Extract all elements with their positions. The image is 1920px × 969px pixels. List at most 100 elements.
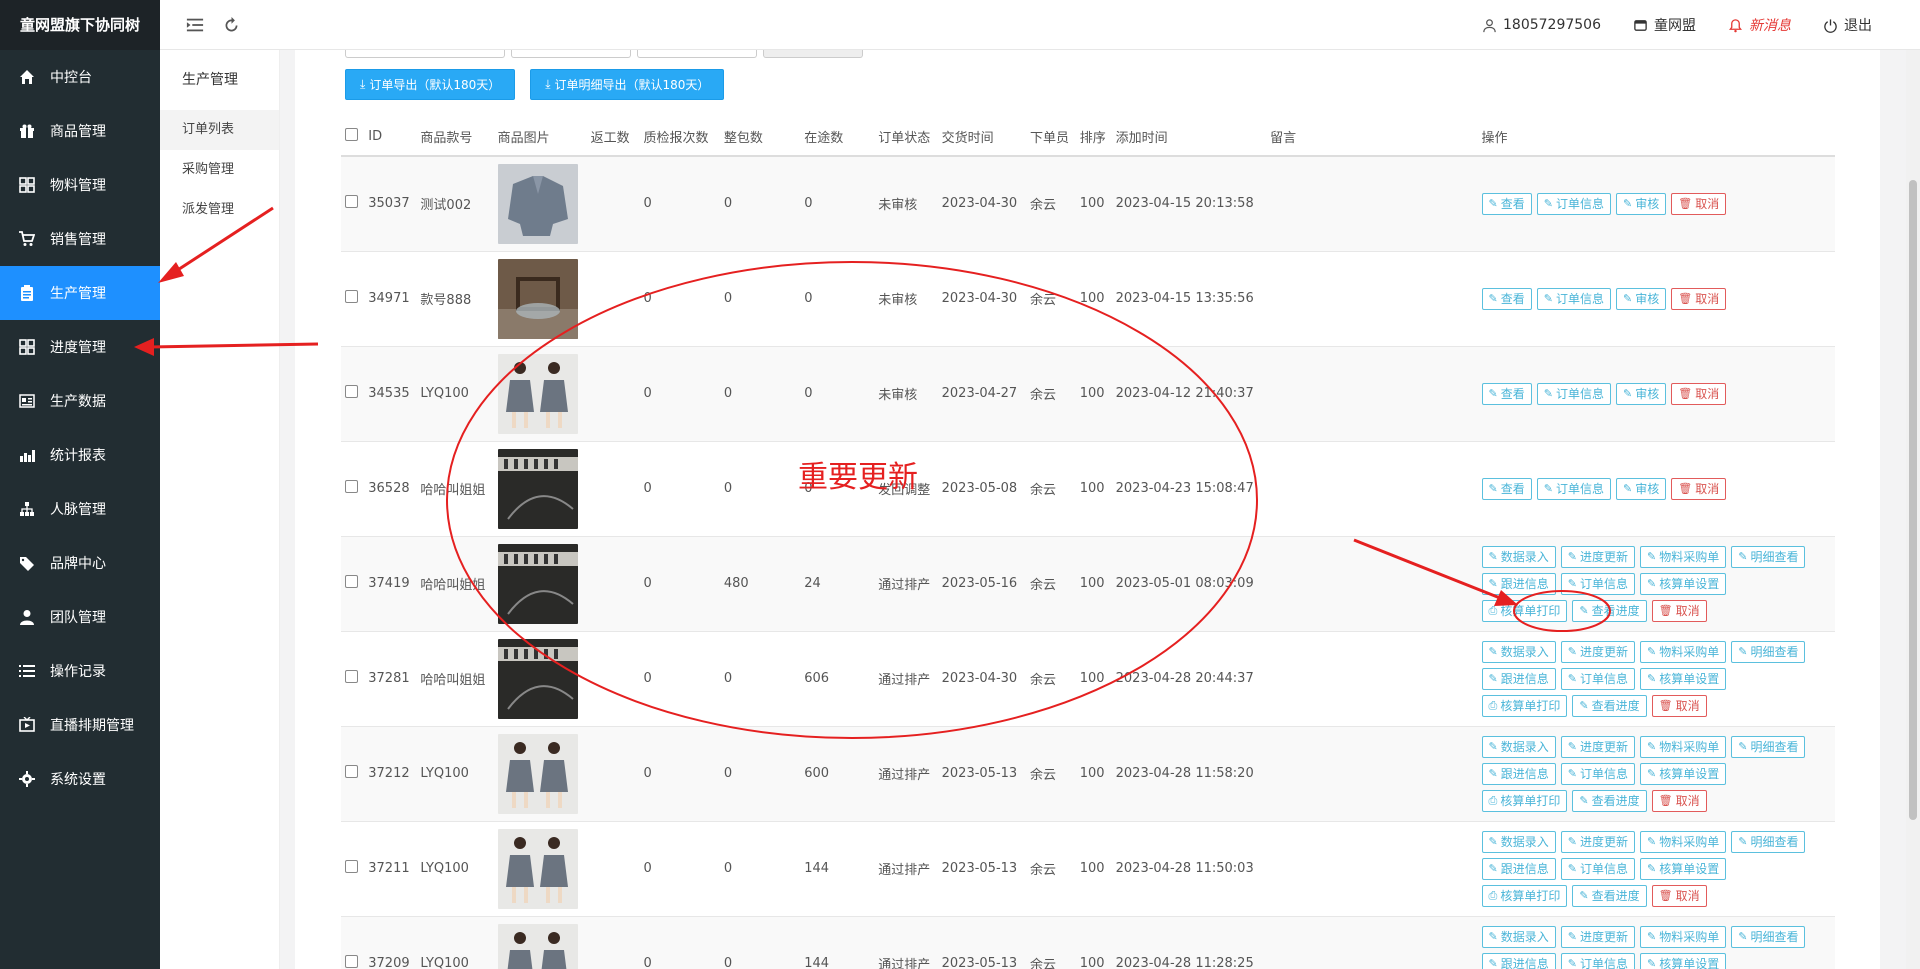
action-button[interactable]: ✎ 明细查看 bbox=[1731, 830, 1806, 853]
action-button[interactable]: ✎ 查看进度 bbox=[1572, 599, 1647, 622]
action-button[interactable]: ✎ 物料采购单 bbox=[1640, 545, 1727, 568]
action-button[interactable]: ✎ 进度更新 bbox=[1560, 545, 1635, 568]
sidebar-item-9[interactable]: 品牌中心 bbox=[0, 536, 160, 590]
action-button[interactable]: ✎ 进度更新 bbox=[1560, 735, 1635, 758]
action-button[interactable]: 🗑 取消 bbox=[1651, 694, 1707, 717]
action-button[interactable]: ✎ 明细查看 bbox=[1731, 545, 1806, 568]
sidebar-item-7[interactable]: 统计报表 bbox=[0, 428, 160, 482]
product-image[interactable] bbox=[497, 353, 578, 434]
scrollbar-thumb[interactable] bbox=[1909, 180, 1917, 820]
action-button[interactable]: ✎ 数据录入 bbox=[1481, 735, 1556, 758]
action-button[interactable]: ✎ 跟进信息 bbox=[1481, 667, 1556, 690]
action-button[interactable]: ✎ 数据录入 bbox=[1481, 925, 1556, 948]
action-button[interactable]: ✎ 跟进信息 bbox=[1481, 857, 1556, 880]
cell-sku[interactable]: LYQ100 bbox=[416, 726, 494, 822]
cell-sku[interactable]: 款号888 bbox=[416, 251, 494, 347]
action-button[interactable]: ✎ 审核 bbox=[1616, 382, 1667, 405]
action-button[interactable]: ✎ 数据录入 bbox=[1481, 545, 1556, 568]
new-message-link[interactable]: 新消息 bbox=[1728, 15, 1791, 35]
row-checkbox[interactable] bbox=[345, 575, 358, 588]
action-button[interactable]: ✎ 明细查看 bbox=[1731, 735, 1806, 758]
row-checkbox[interactable] bbox=[345, 480, 358, 493]
action-button[interactable]: ✎ 跟进信息 bbox=[1481, 572, 1556, 595]
filter-button[interactable] bbox=[763, 50, 863, 58]
action-button[interactable]: ✎ 查看进度 bbox=[1572, 884, 1647, 907]
action-button[interactable]: ✎ 跟进信息 bbox=[1481, 762, 1556, 785]
cell-sku[interactable]: 哈哈叫姐姐 bbox=[416, 536, 494, 632]
action-button[interactable]: ⎙ 核算单打印 bbox=[1481, 694, 1568, 717]
sidebar-item-4[interactable]: 生产管理 bbox=[0, 266, 160, 320]
action-button[interactable]: ✎ 核算单设置 bbox=[1640, 667, 1727, 690]
sidebar-item-5[interactable]: 进度管理 bbox=[0, 320, 160, 374]
action-button[interactable]: ✎ 审核 bbox=[1616, 287, 1667, 310]
sidebar-item-2[interactable]: 物料管理 bbox=[0, 158, 160, 212]
action-button[interactable]: ✎ 明细查看 bbox=[1731, 925, 1806, 948]
sidebar-item-8[interactable]: 人脉管理 bbox=[0, 482, 160, 536]
cell-sku[interactable]: LYQ100 bbox=[416, 916, 494, 969]
sidebar-item-13[interactable]: 系统设置 bbox=[0, 752, 160, 806]
filter-input[interactable] bbox=[511, 50, 631, 58]
action-button[interactable]: ✎ 核算单设置 bbox=[1640, 762, 1727, 785]
action-button[interactable]: 🗑 取消 bbox=[1671, 192, 1727, 215]
cell-sku[interactable]: LYQ100 bbox=[416, 821, 494, 917]
sidebar-item-6[interactable]: 生产数据 bbox=[0, 374, 160, 428]
submenu-item-purchase[interactable]: 采购管理 bbox=[160, 150, 279, 190]
action-button[interactable]: ⎙ 核算单打印 bbox=[1481, 884, 1568, 907]
cell-sku[interactable]: LYQ100 bbox=[416, 346, 494, 442]
row-checkbox[interactable] bbox=[345, 290, 358, 303]
action-button[interactable]: ✎ 订单信息 bbox=[1560, 762, 1635, 785]
cell-sku[interactable]: 哈哈叫姐姐 bbox=[416, 441, 494, 537]
product-image[interactable] bbox=[497, 448, 578, 529]
action-button[interactable]: ✎ 跟进信息 bbox=[1481, 952, 1556, 969]
product-image[interactable] bbox=[497, 258, 578, 339]
page-scrollbar[interactable] bbox=[1906, 50, 1920, 969]
action-button[interactable]: 🗑 取消 bbox=[1651, 789, 1707, 812]
action-button[interactable]: ✎ 物料采购单 bbox=[1640, 925, 1727, 948]
product-image[interactable] bbox=[497, 638, 578, 719]
action-button[interactable]: ✎ 数据录入 bbox=[1481, 640, 1556, 663]
action-button[interactable]: ✎ 数据录入 bbox=[1481, 830, 1556, 853]
action-button[interactable]: ✎ 订单信息 bbox=[1560, 952, 1635, 969]
column-header[interactable]: ID bbox=[364, 118, 417, 157]
product-image[interactable] bbox=[497, 163, 578, 244]
action-button[interactable]: ✎ 查看进度 bbox=[1572, 789, 1647, 812]
product-image[interactable] bbox=[497, 923, 578, 969]
product-image[interactable] bbox=[497, 543, 578, 624]
submenu-item-order-list[interactable]: 订单列表 bbox=[160, 110, 279, 150]
action-button[interactable]: ✎ 查看 bbox=[1481, 192, 1532, 215]
row-checkbox[interactable] bbox=[345, 195, 358, 209]
action-button[interactable]: ✎ 订单信息 bbox=[1536, 382, 1611, 405]
action-button[interactable]: ✎ 审核 bbox=[1616, 192, 1667, 215]
action-button[interactable]: 🗑 取消 bbox=[1651, 884, 1707, 907]
sidebar-item-1[interactable]: 商品管理 bbox=[0, 104, 160, 158]
action-button[interactable]: 🗑 取消 bbox=[1671, 477, 1727, 500]
action-button[interactable]: ✎ 订单信息 bbox=[1560, 572, 1635, 595]
action-button[interactable]: ✎ 订单信息 bbox=[1536, 477, 1611, 500]
action-button[interactable]: ✎ 查看 bbox=[1481, 287, 1532, 310]
action-button[interactable]: ✎ 进度更新 bbox=[1560, 830, 1635, 853]
action-button[interactable]: ✎ 物料采购单 bbox=[1640, 735, 1727, 758]
select-all-checkbox[interactable] bbox=[345, 128, 358, 141]
cell-sku[interactable]: 测试002 bbox=[416, 156, 494, 252]
action-button[interactable]: ✎ 明细查看 bbox=[1731, 640, 1806, 663]
action-button[interactable]: ✎ 订单信息 bbox=[1560, 857, 1635, 880]
filter-input[interactable] bbox=[345, 50, 505, 58]
action-button[interactable]: ✎ 订单信息 bbox=[1536, 192, 1611, 215]
cell-sku[interactable]: 哈哈叫姐姐 bbox=[416, 631, 494, 727]
row-checkbox[interactable] bbox=[345, 385, 358, 398]
refresh-icon[interactable] bbox=[220, 14, 242, 36]
sidebar-item-3[interactable]: 销售管理 bbox=[0, 212, 160, 266]
action-button[interactable]: ✎ 进度更新 bbox=[1560, 640, 1635, 663]
row-checkbox[interactable] bbox=[345, 860, 358, 873]
row-checkbox[interactable] bbox=[345, 765, 358, 778]
action-button[interactable]: ✎ 查看 bbox=[1481, 477, 1532, 500]
action-button[interactable]: ⎙ 核算单打印 bbox=[1481, 789, 1568, 812]
sidebar-item-11[interactable]: 操作记录 bbox=[0, 644, 160, 698]
action-button[interactable]: ✎ 核算单设置 bbox=[1640, 952, 1727, 969]
product-image[interactable] bbox=[497, 828, 578, 909]
user-account[interactable]: 18057297506 bbox=[1482, 17, 1601, 33]
action-button[interactable]: 🗑 取消 bbox=[1671, 382, 1727, 405]
menu-collapse-icon[interactable] bbox=[184, 14, 206, 36]
action-button[interactable]: ✎ 进度更新 bbox=[1560, 925, 1635, 948]
filter-input[interactable] bbox=[637, 50, 757, 58]
